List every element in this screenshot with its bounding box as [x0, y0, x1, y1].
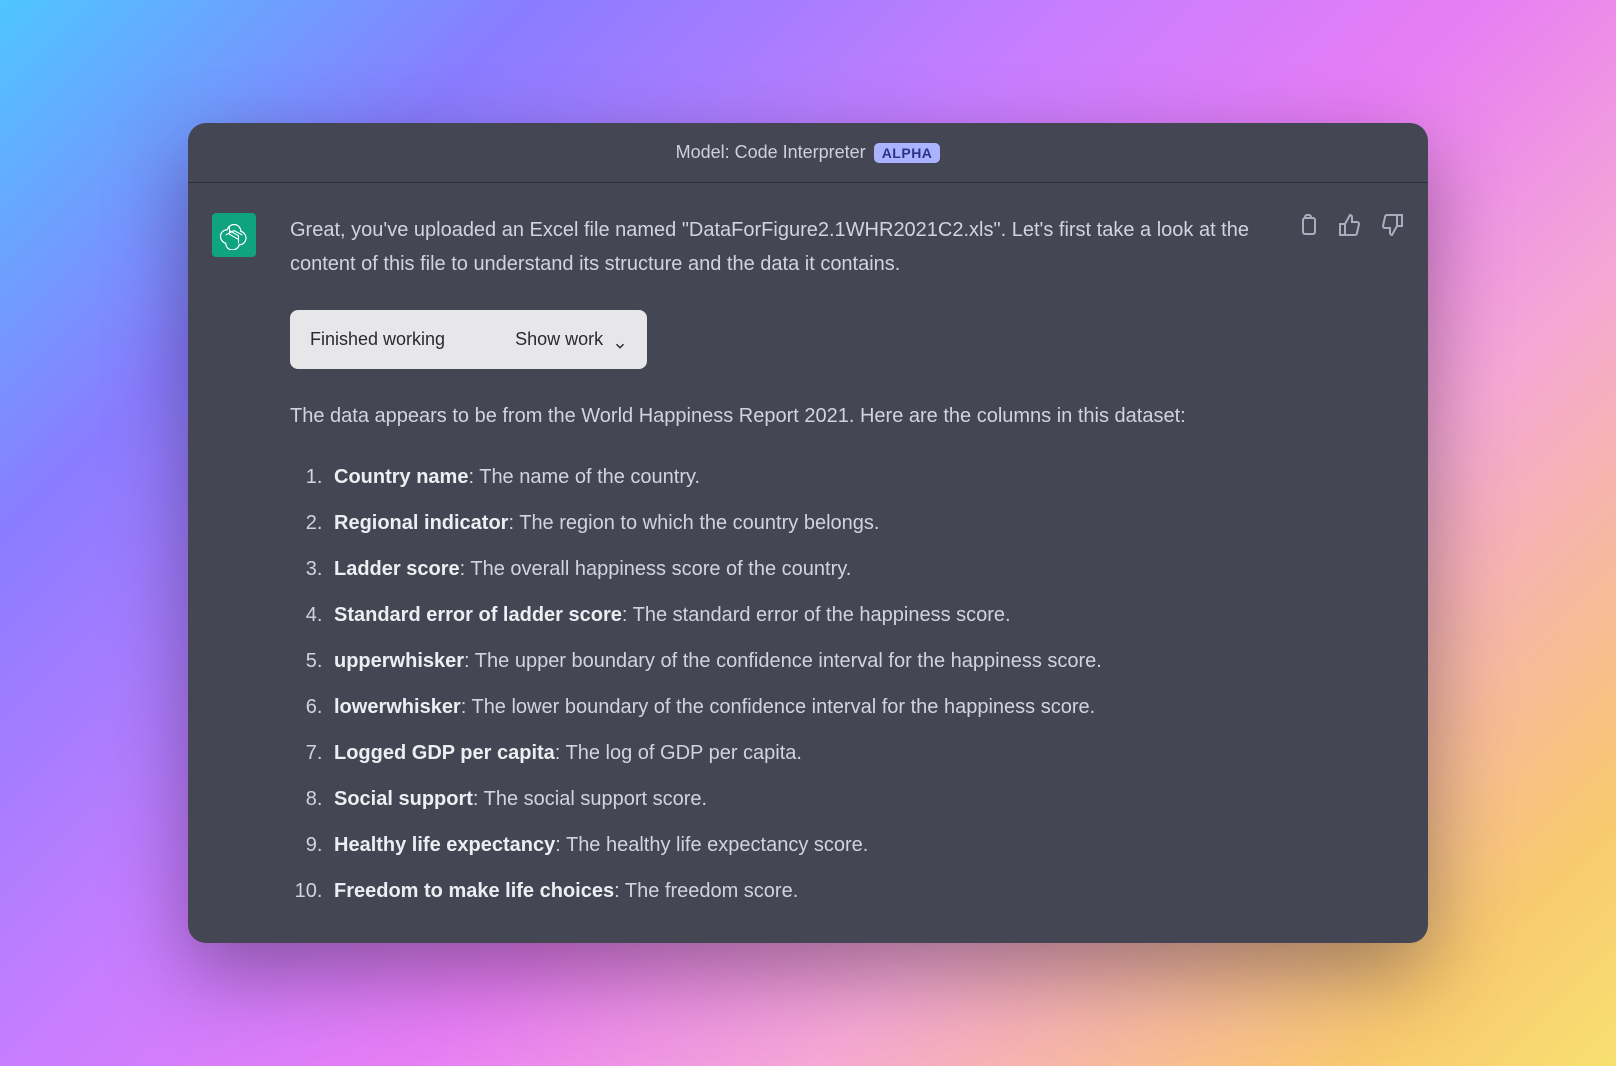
col-name: upperwhisker — [334, 650, 464, 672]
col-name: Freedom to make life choices — [334, 880, 614, 902]
list-item: upperwhisker: The upper boundary of the … — [328, 645, 1284, 677]
col-desc: : The social support score. — [473, 788, 707, 810]
list-item: Ladder score: The overall happiness scor… — [328, 553, 1284, 585]
after-paragraph: The data appears to be from the World Ha… — [290, 399, 1284, 433]
col-name: Social support — [334, 788, 473, 810]
col-desc: : The log of GDP per capita. — [555, 742, 802, 764]
columns-list: Country name: The name of the country. R… — [290, 461, 1284, 907]
col-desc: : The standard error of the happiness sc… — [622, 604, 1011, 626]
col-desc: : The healthy life expectancy score. — [555, 834, 868, 856]
list-item: Freedom to make life choices: The freedo… — [328, 875, 1284, 907]
col-name: Regional indicator — [334, 512, 508, 534]
message-row: Great, you've uploaded an Excel file nam… — [188, 183, 1428, 943]
thumbs-up-button[interactable] — [1338, 213, 1362, 237]
thumbs-down-icon — [1380, 213, 1404, 237]
col-name: Country name — [334, 466, 468, 488]
col-name: lowerwhisker — [334, 696, 461, 718]
assistant-avatar — [212, 213, 256, 257]
col-name: Healthy life expectancy — [334, 834, 555, 856]
openai-logo-icon — [219, 220, 249, 250]
assistant-message: Great, you've uploaded an Excel file nam… — [290, 213, 1404, 913]
list-item: Healthy life expectancy: The healthy lif… — [328, 829, 1284, 861]
col-desc: : The region to which the country belong… — [508, 512, 879, 534]
intro-paragraph: Great, you've uploaded an Excel file nam… — [290, 213, 1284, 282]
expander-show-work: Show work — [515, 324, 627, 355]
clipboard-icon — [1296, 213, 1320, 237]
code-work-expander[interactable]: Finished working Show work — [290, 310, 647, 369]
col-name: Logged GDP per capita — [334, 742, 555, 764]
col-desc: : The name of the country. — [468, 466, 700, 488]
col-name: Ladder score — [334, 558, 460, 580]
list-item: Standard error of ladder score: The stan… — [328, 599, 1284, 631]
list-item: lowerwhisker: The lower boundary of the … — [328, 691, 1284, 723]
alpha-badge: ALPHA — [874, 143, 941, 163]
message-actions — [1296, 213, 1404, 237]
list-item: Logged GDP per capita: The log of GDP pe… — [328, 737, 1284, 769]
chevron-down-icon — [613, 332, 627, 346]
show-work-label: Show work — [515, 324, 603, 355]
thumbs-up-icon — [1338, 213, 1362, 237]
model-bar: Model: Code Interpreter ALPHA — [188, 123, 1428, 183]
list-item: Social support: The social support score… — [328, 783, 1284, 815]
list-item: Country name: The name of the country. — [328, 461, 1284, 493]
col-desc: : The upper boundary of the confidence i… — [464, 650, 1102, 672]
col-desc: : The freedom score. — [614, 880, 798, 902]
col-desc: : The lower boundary of the confidence i… — [461, 696, 1095, 718]
expander-status: Finished working — [310, 324, 445, 355]
copy-button[interactable] — [1296, 213, 1320, 237]
thumbs-down-button[interactable] — [1380, 213, 1404, 237]
chat-message-block: Model: Code Interpreter ALPHA Great, you… — [188, 123, 1428, 943]
list-item: Regional indicator: The region to which … — [328, 507, 1284, 539]
col-name: Standard error of ladder score — [334, 604, 622, 626]
model-label: Model: Code Interpreter — [676, 142, 866, 163]
col-desc: : The overall happiness score of the cou… — [460, 558, 852, 580]
